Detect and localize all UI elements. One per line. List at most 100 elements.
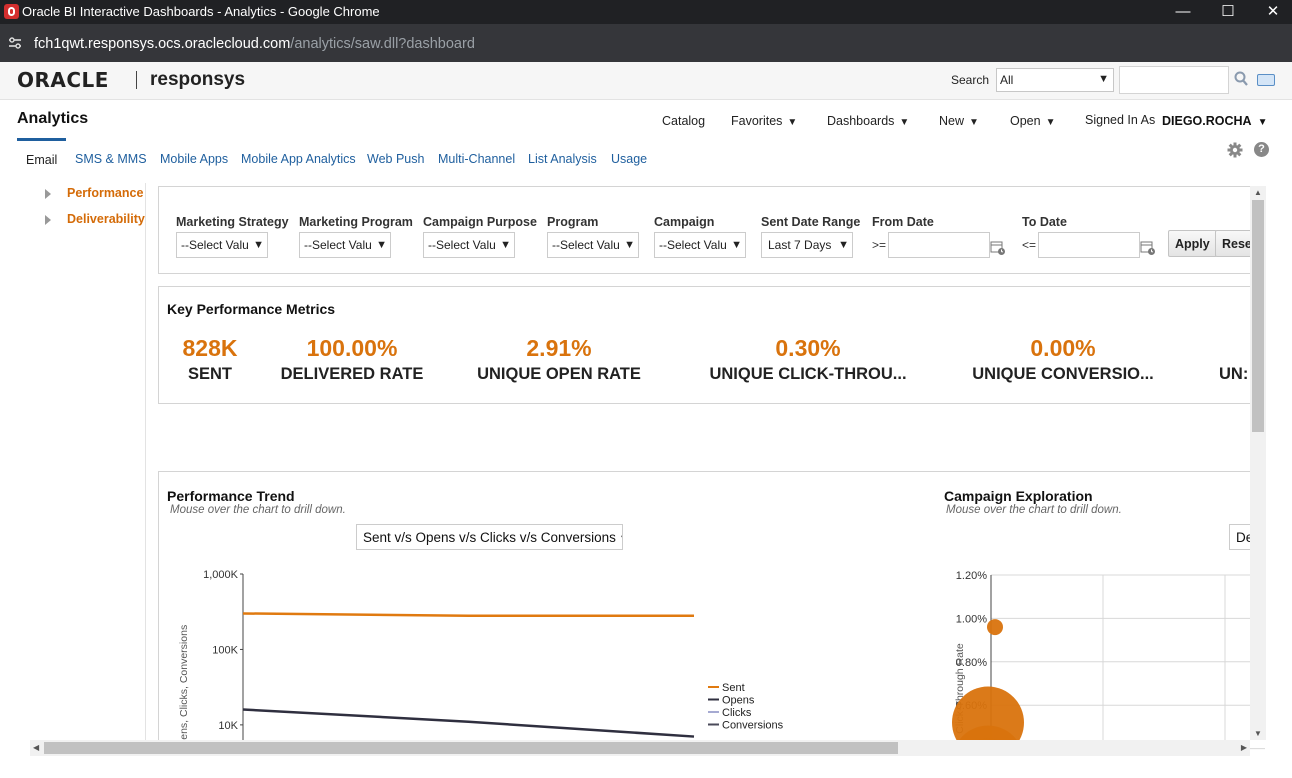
trend-measure-select[interactable]: Sent v/s Opens v/s Clicks v/s Conversion… <box>356 524 623 550</box>
new-menu[interactable]: New ▼ <box>939 114 979 128</box>
campaign-purpose-select[interactable]: --Select Valu ▼ <box>423 232 515 258</box>
sent-date-range-select[interactable]: Last 7 Days ▼ <box>761 232 853 258</box>
minimize-button[interactable]: — <box>1160 0 1206 24</box>
prompt-label: Marketing Strategy <box>176 215 289 229</box>
tab-usage[interactable]: Usage <box>611 152 647 166</box>
prompt-label: To Date <box>1022 215 1067 229</box>
tab-email[interactable]: Email <box>17 138 67 172</box>
kpi-unique-conversion[interactable]: 0.00% UNIQUE CONVERSIO... <box>971 335 1155 384</box>
select-value: --Select Valu <box>304 238 372 252</box>
browser-title-bar: Oracle BI Interactive Dashboards - Analy… <box>0 0 1292 24</box>
y-tick-label: 1.00% <box>956 613 987 625</box>
prompt-label: From Date <box>872 215 934 229</box>
responsys-logo: responsys <box>150 69 246 90</box>
legend-label: Sent <box>722 682 745 694</box>
y-tick-label: 1,000K <box>203 569 239 581</box>
sidebar-item-performance[interactable]: Performance <box>45 186 143 200</box>
chevron-down-icon: ▼ <box>787 117 798 128</box>
y-tick-label: 10K <box>218 720 238 732</box>
y-tick-label: 1.20% <box>956 570 987 582</box>
kpi-unique-click-through[interactable]: 0.30% UNIQUE CLICK-THROU... <box>704 335 912 384</box>
chevron-down-icon: ▼ <box>619 533 622 545</box>
bubble-point <box>987 619 1003 636</box>
tab-list-analysis[interactable]: List Analysis <box>528 152 597 166</box>
search-scope-select[interactable]: All ▼ <box>996 68 1114 92</box>
tab-multi-channel[interactable]: Multi-Channel <box>438 152 515 166</box>
y-tick-label: 100K <box>212 644 238 656</box>
gear-icon[interactable] <box>1227 142 1243 158</box>
scroll-thumb[interactable] <box>44 742 898 754</box>
user-menu[interactable]: DIEGO.ROCHA ▼ <box>1162 114 1268 128</box>
calendar-icon[interactable] <box>1140 240 1156 256</box>
from-date-input[interactable] <box>888 232 990 258</box>
favorites-menu[interactable]: Favorites ▼ <box>731 114 797 128</box>
kpi-unique-open-rate[interactable]: 2.91% UNIQUE OPEN RATE <box>477 335 641 384</box>
tab-mobile-app-analytics[interactable]: Mobile App Analytics <box>241 152 356 166</box>
calendar-icon[interactable] <box>990 240 1006 256</box>
search-icon[interactable] <box>1234 71 1248 87</box>
scroll-down-icon[interactable]: ▼ <box>1254 729 1262 738</box>
chevron-down-icon: ▼ <box>624 239 635 251</box>
sidebar-item-label: Deliverability <box>67 212 145 226</box>
legend-label: Opens <box>722 695 755 707</box>
legend-label: Conversions <box>722 720 784 732</box>
prompt-label: Marketing Program <box>299 215 413 229</box>
kpi-value: 0.00% <box>1030 335 1096 361</box>
program-select[interactable]: --Select Valu ▼ <box>547 232 639 258</box>
tab-web-push[interactable]: Web Push <box>367 152 424 166</box>
tab-sms-mms[interactable]: SMS & MMS <box>75 152 147 166</box>
kpi-value: 100.00% <box>306 335 398 361</box>
dashboard-content: Marketing Strategy Marketing Program Cam… <box>145 183 1265 753</box>
charts-panel: Performance Trend Mouse over the chart t… <box>158 471 1265 753</box>
campaign-select[interactable]: --Select Valu ▼ <box>654 232 746 258</box>
oracle-logo: ORACLE <box>17 68 109 92</box>
chevron-down-icon: ▼ <box>731 239 742 251</box>
trend-subtitle: Mouse over the chart to drill down. <box>170 504 346 516</box>
kpi-value: 0.30% <box>775 335 841 361</box>
exploration-subtitle: Mouse over the chart to drill down. <box>946 504 1122 516</box>
open-menu[interactable]: Open ▼ <box>1010 114 1056 128</box>
scroll-right-icon[interactable]: ▶ <box>1241 743 1247 752</box>
url-host: fch1qwt.responsys.ocs.oraclecloud.com <box>34 36 291 52</box>
help-icon[interactable]: ? <box>1254 142 1269 157</box>
tab-mobile-apps[interactable]: Mobile Apps <box>160 152 228 166</box>
kpi-value: 2.91% <box>526 335 592 361</box>
to-date-input[interactable] <box>1038 232 1140 258</box>
expand-triangle-icon <box>45 214 51 225</box>
search-input[interactable] <box>1119 66 1229 94</box>
horizontal-scrollbar[interactable]: ◀ ▶ <box>30 740 1250 756</box>
campaign-exploration-chart[interactable]: 1.20%1.00%0.80%0.60%0.40%0.20%Click-Thro… <box>939 552 1265 753</box>
marketing-program-select[interactable]: --Select Valu ▼ <box>299 232 391 258</box>
kpi-sent[interactable]: 828K SENT <box>173 335 247 384</box>
select-value: Sent v/s Opens v/s Clicks v/s Conversion… <box>363 530 616 545</box>
address-bar[interactable]: fch1qwt.responsys.ocs.oraclecloud.com/an… <box>0 24 1292 62</box>
site-settings-icon[interactable] <box>8 36 22 50</box>
signed-in-label: Signed In As <box>1085 113 1156 127</box>
select-value: --Select Valu <box>181 238 249 252</box>
prompt-label: Program <box>547 215 599 229</box>
url-text[interactable]: fch1qwt.responsys.ocs.oraclecloud.com/an… <box>34 36 475 52</box>
scroll-up-icon[interactable]: ▲ <box>1254 188 1262 197</box>
sidebar-item-deliverability[interactable]: Deliverability <box>45 212 145 226</box>
chevron-down-icon: ▼ <box>1257 117 1268 128</box>
opera-icon <box>4 4 19 19</box>
maximize-button[interactable]: ☐ <box>1205 0 1251 24</box>
oracle-bi-app: ORACLE responsys Search All ▼ Analytics C… <box>0 62 1292 778</box>
kpi-panel: Key Performance Metrics 828K SENT 100.00%… <box>158 286 1265 404</box>
chevron-down-icon: ▼ <box>899 117 910 128</box>
performance-trend-chart[interactable]: 1,000K100K10K1KSent, Opens, Clicks, Conv… <box>159 552 859 753</box>
dashboards-menu[interactable]: Dashboards ▼ <box>827 114 909 128</box>
advanced-search-icon[interactable] <box>1257 74 1275 86</box>
legend-label: Clicks <box>722 707 752 719</box>
scroll-thumb[interactable] <box>1252 200 1264 432</box>
vertical-scrollbar[interactable]: ▲ ▼ <box>1250 186 1266 740</box>
favorites-label: Favorites <box>731 114 783 128</box>
scroll-left-icon[interactable]: ◀ <box>33 743 39 752</box>
marketing-strategy-select[interactable]: --Select Valu ▼ <box>176 232 268 258</box>
kpi-value: 828K <box>182 335 238 361</box>
apply-button[interactable]: Apply <box>1168 230 1217 257</box>
close-button[interactable]: ✕ <box>1250 0 1292 24</box>
kpi-label: UNIQUE OPEN RATE <box>477 365 641 383</box>
catalog-menu[interactable]: Catalog <box>662 114 705 128</box>
kpi-delivered-rate[interactable]: 100.00% DELIVERED RATE <box>277 335 427 384</box>
